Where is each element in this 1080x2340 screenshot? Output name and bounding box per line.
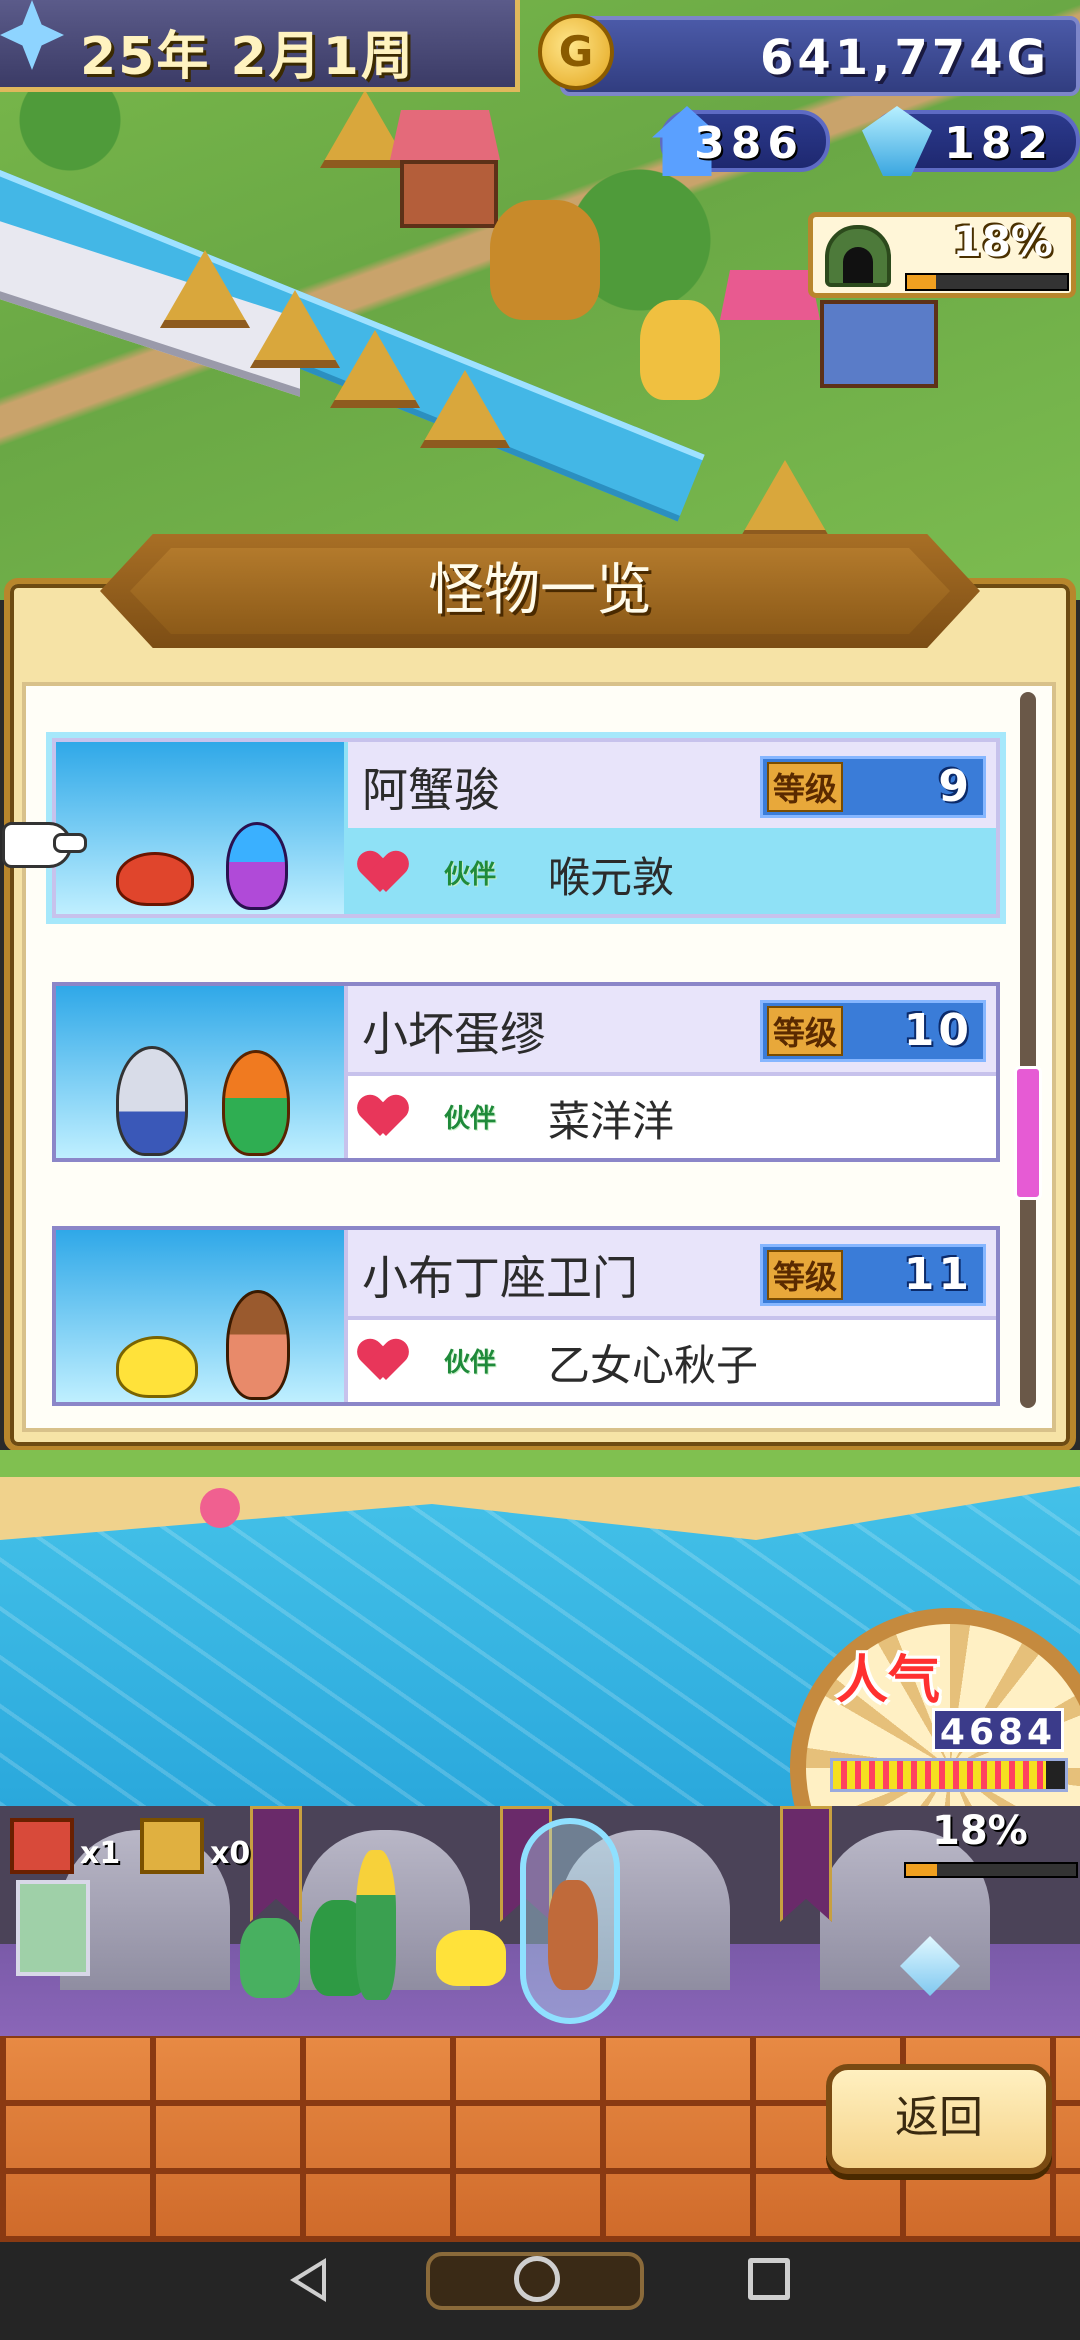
heart-icon	[360, 1096, 406, 1138]
stall-roof	[720, 270, 820, 320]
population-display: 386	[652, 106, 830, 176]
monster-name-row: 小布丁座卫门 等级 11	[348, 1230, 996, 1316]
date-panel: 25年 2月1周	[0, 0, 520, 92]
monster-name: 小坏蛋缪	[362, 1007, 546, 1061]
popularity-bar-fill	[833, 1761, 1047, 1789]
dungeon-progress-bar	[905, 273, 1069, 291]
partner-label: 伙伴	[444, 1348, 497, 1378]
straw-hut[interactable]	[740, 460, 830, 538]
pudding-sprite[interactable]	[436, 1930, 506, 1986]
monster-entry[interactable]: 小坏蛋缪 等级 10 伙伴 菜洋洋	[52, 982, 1000, 1162]
crab-monster-sprite	[116, 852, 194, 906]
level-label: 等级	[767, 1250, 843, 1300]
dungeon-progress-fill	[907, 275, 936, 289]
back-button[interactable]: 返回	[826, 2064, 1052, 2174]
nav-back-icon[interactable]	[290, 2258, 326, 2302]
partner-row: 伙伴 乙女心秋子	[348, 1320, 996, 1402]
pudding-monster-sprite	[116, 1336, 198, 1398]
monster-portrait	[56, 986, 344, 1158]
monster-portrait	[56, 742, 344, 914]
catgirl-sprite[interactable]	[548, 1880, 598, 1990]
popularity-bar	[830, 1758, 1068, 1792]
level-value: 10	[903, 1005, 973, 1056]
dungeon-strip-bar-fill	[906, 1864, 937, 1876]
gold-coin-icon: G	[538, 14, 614, 90]
nav-home-icon[interactable]	[514, 2256, 560, 2302]
gold-value: 641,774G	[759, 30, 1050, 86]
gold-chest-count: x0	[210, 1836, 251, 1871]
monster-name-row: 阿蟹骏 等级 9	[348, 742, 996, 828]
coral	[200, 1488, 240, 1528]
level-value: 11	[903, 1249, 973, 1300]
sunflower-sprite[interactable]	[356, 1850, 396, 2000]
monster-portrait	[56, 1230, 344, 1402]
adventurer-card[interactable]	[16, 1880, 90, 1976]
partner-row: 伙伴 菜洋洋	[348, 1076, 996, 1158]
crystal-display: 182	[862, 106, 1080, 176]
monster-name: 小布丁座卫门	[362, 1251, 638, 1305]
cave-icon	[825, 225, 891, 287]
crystal-value: 182	[944, 118, 1054, 169]
partner-name: 喉元敦	[548, 853, 675, 902]
shop-roof	[390, 110, 500, 160]
dragon-monster[interactable]	[640, 300, 720, 400]
gold-display: 641,774G	[560, 16, 1080, 96]
chest-icon	[10, 1818, 74, 1874]
partner-name: 菜洋洋	[548, 1097, 675, 1146]
monster-name-row: 小坏蛋缪 等级 10	[348, 986, 996, 1072]
nav-recent-icon[interactable]	[748, 2258, 790, 2300]
popularity-label: 人气	[836, 1651, 941, 1711]
goblin-sprite[interactable]	[240, 1918, 300, 1998]
partner-sprite	[222, 1050, 290, 1156]
red-chest-count: x1	[80, 1836, 121, 1871]
monster-entry[interactable]: 阿蟹骏 等级 9 伙伴 喉元敦	[52, 738, 1000, 918]
dungeon-progress-box[interactable]: 18%	[808, 212, 1076, 298]
partner-row: 伙伴 喉元敦	[348, 832, 996, 914]
popularity-value: 4684	[932, 1708, 1064, 1753]
heart-icon	[360, 1340, 406, 1382]
knight-monster-sprite	[116, 1046, 188, 1156]
partner-sprite	[226, 1290, 290, 1400]
level-label: 等级	[767, 1006, 843, 1056]
lion-monster[interactable]	[490, 200, 600, 320]
dungeon-strip-bar	[904, 1862, 1078, 1878]
panel-title: 怪物一览	[428, 558, 652, 623]
snowflake-icon	[0, 0, 64, 70]
river	[0, 170, 705, 522]
level-box: 等级 9	[760, 756, 986, 818]
partner-label: 伙伴	[444, 1104, 497, 1134]
level-label: 等级	[767, 762, 843, 812]
monster-name: 阿蟹骏	[362, 763, 500, 817]
population-value: 386	[694, 118, 804, 169]
house-building[interactable]	[820, 300, 938, 388]
list-scrollbar-thumb[interactable]	[1014, 1066, 1042, 1200]
chest-icon	[140, 1818, 204, 1874]
date-text: 25年 2月1周	[80, 27, 415, 87]
monster-list[interactable]: 阿蟹骏 等级 9 伙伴 喉元敦 小坏蛋缪 等级 10 伙伴 菜洋洋 小布丁座卫门…	[22, 682, 1056, 1432]
partner-name: 乙女心秋子	[548, 1341, 759, 1390]
shop-building[interactable]	[400, 160, 498, 228]
dungeon-percent: 18%	[952, 217, 1053, 266]
list-scrollbar[interactable]	[1020, 692, 1036, 1408]
level-value: 9	[938, 761, 973, 812]
level-box: 等级 10	[760, 1000, 986, 1062]
level-box: 等级 11	[760, 1244, 986, 1306]
partner-sprite	[226, 822, 288, 910]
monster-entry[interactable]: 小布丁座卫门 等级 11 伙伴 乙女心秋子	[52, 1226, 1000, 1406]
popularity-meter[interactable]: 人气 4684	[790, 1608, 1080, 1928]
heart-icon	[360, 852, 406, 894]
pointer-hand-icon	[2, 822, 87, 868]
dungeon-strip-percent: 18%	[932, 1808, 1028, 1854]
partner-label: 伙伴	[444, 860, 497, 890]
